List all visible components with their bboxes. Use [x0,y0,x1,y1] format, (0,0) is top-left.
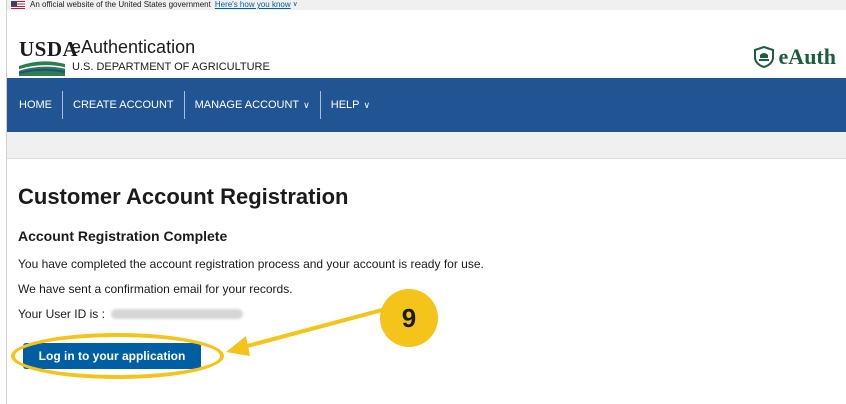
usda-hills-icon [18,61,66,76]
gov-banner: An official website of the United States… [7,0,846,10]
nav-help-label: HELP [330,99,360,111]
nav-home-label: HOME [19,99,52,111]
nav-home[interactable]: HOME [7,95,62,115]
user-id-row: Your User ID is : [18,307,243,321]
chevron-down-icon: ∨ [292,1,298,8]
nav-help[interactable]: HELP ∨ [321,95,380,115]
section-title: Account Registration Complete [18,228,228,244]
step-number-badge: 9 [380,289,438,347]
nav-create-account-label: CREATE ACCOUNT [73,99,174,111]
capitol-shield-icon [753,46,774,68]
heres-how-you-know-link[interactable]: Here's how you know [215,0,291,10]
callout-arrow-icon [226,308,384,356]
highlight-ellipse [11,333,224,379]
eauth-brand[interactable]: eAuth [753,44,836,70]
user-id-label: Your User ID is : [18,307,105,321]
us-flag-icon [11,1,25,9]
main-nav: HOME CREATE ACCOUNT MANAGE ACCOUNT ∨ HELP… [7,78,846,132]
breadcrumb-band [7,132,846,159]
usda-logo[interactable]: USDA [18,37,79,76]
nav-create-account[interactable]: CREATE ACCOUNT [63,95,184,115]
page-title: Customer Account Registration [18,184,349,209]
eauth-brand-text: eAuth [778,44,836,69]
site-subtitle: U.S. DEPARTMENT OF AGRICULTURE [72,61,270,73]
completion-message: You have completed the account registrat… [18,257,484,271]
usda-logo-text: USDA [19,37,79,61]
site-title: eAuthentication [71,37,196,57]
redacted-user-id [110,309,243,319]
nav-manage-account[interactable]: MANAGE ACCOUNT ∨ [185,95,320,115]
nav-manage-account-label: MANAGE ACCOUNT [194,99,300,111]
chevron-down-icon: ∨ [363,100,371,110]
chevron-down-icon: ∨ [303,100,310,110]
gov-banner-text: An official website of the United States… [30,0,211,9]
site-header: USDA eAuthentication U.S. DEPARTMENT OF … [7,10,846,78]
email-confirmation-message: We have sent a confirmation email for yo… [18,282,293,296]
